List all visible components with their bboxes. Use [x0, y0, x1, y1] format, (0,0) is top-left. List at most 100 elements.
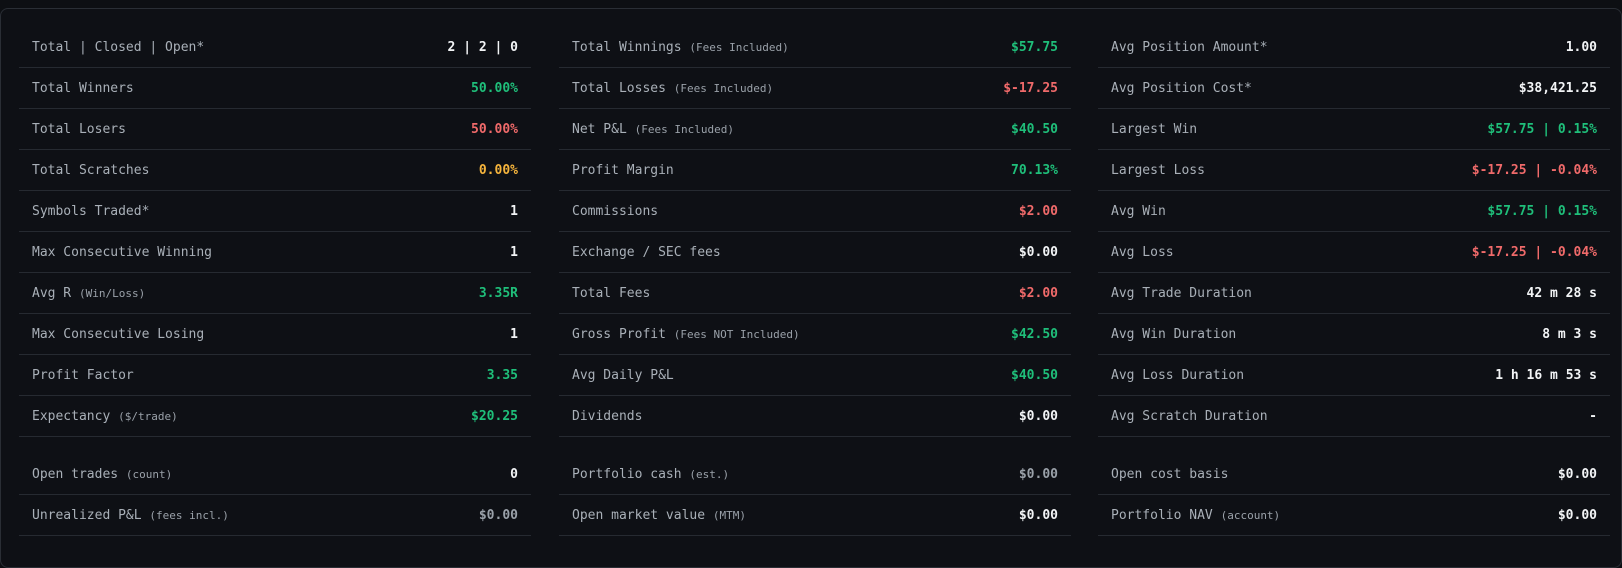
- stat-label: Avg Scratch Duration: [1111, 408, 1268, 424]
- stats-column-positions: Avg Position Amount* 1.00 Avg Position C…: [1098, 27, 1610, 536]
- stat-label: Profit Margin: [572, 162, 674, 178]
- stat-row-unrealized-pnl: Unrealized P&L (fees incl.) $0.00: [19, 495, 531, 536]
- stats-column-trades: Total | Closed | Open* 2 | 2 | 0 Total W…: [19, 27, 531, 536]
- stat-row-open-trades: Open trades (count) 0: [19, 454, 531, 495]
- stat-row-open-market-value: Open market value (MTM) $0.00: [559, 495, 1071, 536]
- stat-note: (Fees Included): [634, 122, 734, 136]
- stat-value: $0.00: [1018, 244, 1058, 260]
- stat-label: Dividends: [572, 408, 643, 424]
- stat-value: $38,421.25: [1518, 80, 1597, 96]
- stat-label: Exchange / SEC fees: [572, 244, 721, 260]
- stat-row-avg-win-duration: Avg Win Duration 8 m 3 s: [1098, 314, 1610, 355]
- stat-row-avg-loss: Avg Loss $-17.25 | -0.04%: [1098, 232, 1610, 273]
- stat-row-profit-margin: Profit Margin 70.13%: [559, 150, 1071, 191]
- stat-value: 1: [510, 326, 518, 342]
- stats-panel: Total | Closed | Open* 2 | 2 | 0 Total W…: [0, 8, 1622, 568]
- stat-label: Total Fees: [572, 285, 651, 301]
- stat-label: Symbols Traded*: [32, 203, 150, 219]
- stat-label: Avg Position Amount*: [1111, 39, 1268, 55]
- stat-note: (Fees Included): [673, 81, 774, 95]
- stat-value: 50.00%: [471, 121, 518, 137]
- stat-label: Max Consecutive Losing: [32, 326, 205, 342]
- stat-row-max-consecutive-winning: Max Consecutive Winning 1: [19, 232, 531, 273]
- stat-value: $0.00: [1557, 466, 1597, 482]
- stat-row-portfolio-nav: Portfolio NAV (account) $0.00: [1098, 495, 1610, 536]
- stat-value: -: [1589, 408, 1597, 424]
- stat-label: Net P&L (Fees Included): [572, 121, 734, 137]
- stat-label: Profit Factor: [32, 367, 134, 383]
- stat-row-net-pnl: Net P&L (Fees Included) $40.50: [559, 109, 1071, 150]
- stat-note: (count): [125, 467, 173, 481]
- stat-value: $42.50: [1011, 326, 1058, 342]
- stat-value: 0.00%: [478, 162, 518, 178]
- stat-value: 3.35R: [478, 285, 518, 301]
- stat-label: Portfolio cash (est.): [572, 466, 730, 482]
- stat-value: $-17.25: [1003, 80, 1058, 96]
- stat-label: Avg R (Win/Loss): [32, 285, 146, 301]
- stat-label: Avg Daily P&L: [572, 367, 674, 383]
- stat-label: Max Consecutive Winning: [32, 244, 213, 260]
- stat-label: Avg Win Duration: [1111, 326, 1237, 342]
- stat-value: 1 h 16 m 53 s: [1495, 367, 1597, 383]
- stat-row-avg-daily-pnl: Avg Daily P&L $40.50: [559, 355, 1071, 396]
- stat-note: (est.): [689, 467, 730, 481]
- stat-value: 1.00: [1565, 39, 1597, 55]
- stat-label: Avg Loss Duration: [1111, 367, 1245, 383]
- stat-label: Total Losers: [32, 121, 126, 137]
- stat-row-expectancy: Expectancy ($/trade) $20.25: [19, 396, 531, 437]
- stat-note: ($/trade): [118, 409, 178, 423]
- stat-value: $40.50: [1011, 121, 1058, 137]
- stat-value: 8 m 3 s: [1542, 326, 1597, 342]
- stat-row-avg-win: Avg Win $57.75 | 0.15%: [1098, 191, 1610, 232]
- stat-label: Largest Win: [1111, 121, 1198, 137]
- stat-label: Avg Trade Duration: [1111, 285, 1252, 301]
- stat-row-avg-r: Avg R (Win/Loss) 3.35R: [19, 273, 531, 314]
- stat-value: 70.13%: [1011, 162, 1058, 178]
- stat-row-avg-position-amount: Avg Position Amount* 1.00: [1098, 27, 1610, 68]
- stat-row-exchange-sec-fees: Exchange / SEC fees $0.00: [559, 232, 1071, 273]
- stat-row-profit-factor: Profit Factor 3.35: [19, 355, 531, 396]
- stat-note: (account): [1220, 508, 1281, 522]
- stat-label: Open trades (count): [32, 466, 173, 482]
- stat-value: $57.75 | 0.15%: [1487, 203, 1597, 219]
- stat-value: 0: [510, 466, 518, 482]
- stat-label: Total Losses (Fees Included): [572, 80, 774, 96]
- stat-label: Largest Loss: [1111, 162, 1205, 178]
- stat-row-total-losers: Total Losers 50.00%: [19, 109, 531, 150]
- stats-column-pnl: Total Winnings (Fees Included) $57.75 To…: [559, 27, 1071, 536]
- stat-row-avg-trade-duration: Avg Trade Duration 42 m 28 s: [1098, 273, 1610, 314]
- stat-row-total-winnings: Total Winnings (Fees Included) $57.75: [559, 27, 1071, 68]
- stat-row-open-cost-basis: Open cost basis $0.00: [1098, 454, 1610, 495]
- stat-label: Expectancy ($/trade): [32, 408, 178, 424]
- stat-value: 1: [510, 244, 518, 260]
- stat-row-max-consecutive-losing: Max Consecutive Losing 1: [19, 314, 531, 355]
- stat-label: Avg Loss: [1111, 244, 1174, 260]
- stat-row-avg-loss-duration: Avg Loss Duration 1 h 16 m 53 s: [1098, 355, 1610, 396]
- stat-value: $57.75 | 0.15%: [1487, 121, 1597, 137]
- stat-label: Total Winners: [32, 80, 134, 96]
- stat-label: Open cost basis: [1111, 466, 1229, 482]
- stat-note: (Win/Loss): [78, 286, 146, 300]
- stat-row-dividends: Dividends $0.00: [559, 396, 1071, 437]
- stat-note: (MTM): [712, 508, 747, 522]
- stat-value: 50.00%: [471, 80, 518, 96]
- stat-label: Total | Closed | Open*: [32, 39, 205, 55]
- stat-note: (Fees NOT Included): [673, 327, 800, 341]
- stat-row-avg-scratch-duration: Avg Scratch Duration -: [1098, 396, 1610, 437]
- stat-note: (Fees Included): [689, 40, 789, 54]
- stat-value: $0.00: [1018, 408, 1058, 424]
- stat-row-total-losses: Total Losses (Fees Included) $-17.25: [559, 68, 1071, 109]
- stat-value: $40.50: [1011, 367, 1058, 383]
- stat-note: (fees incl.): [149, 508, 229, 522]
- stat-value: $0.00: [1018, 466, 1058, 482]
- stat-value: 42 m 28 s: [1526, 285, 1597, 301]
- stat-value: $0.00: [1557, 507, 1597, 523]
- stat-row-total-scratches: Total Scratches 0.00%: [19, 150, 531, 191]
- stat-row-largest-win: Largest Win $57.75 | 0.15%: [1098, 109, 1610, 150]
- stat-value: 2 | 2 | 0: [447, 39, 518, 55]
- stat-label: Gross Profit (Fees NOT Included): [572, 326, 800, 342]
- stat-row-total-winners: Total Winners 50.00%: [19, 68, 531, 109]
- stat-value: $-17.25 | -0.04%: [1471, 162, 1597, 178]
- stat-value: 1: [510, 203, 518, 219]
- stat-row-total-closed-open: Total | Closed | Open* 2 | 2 | 0: [19, 27, 531, 68]
